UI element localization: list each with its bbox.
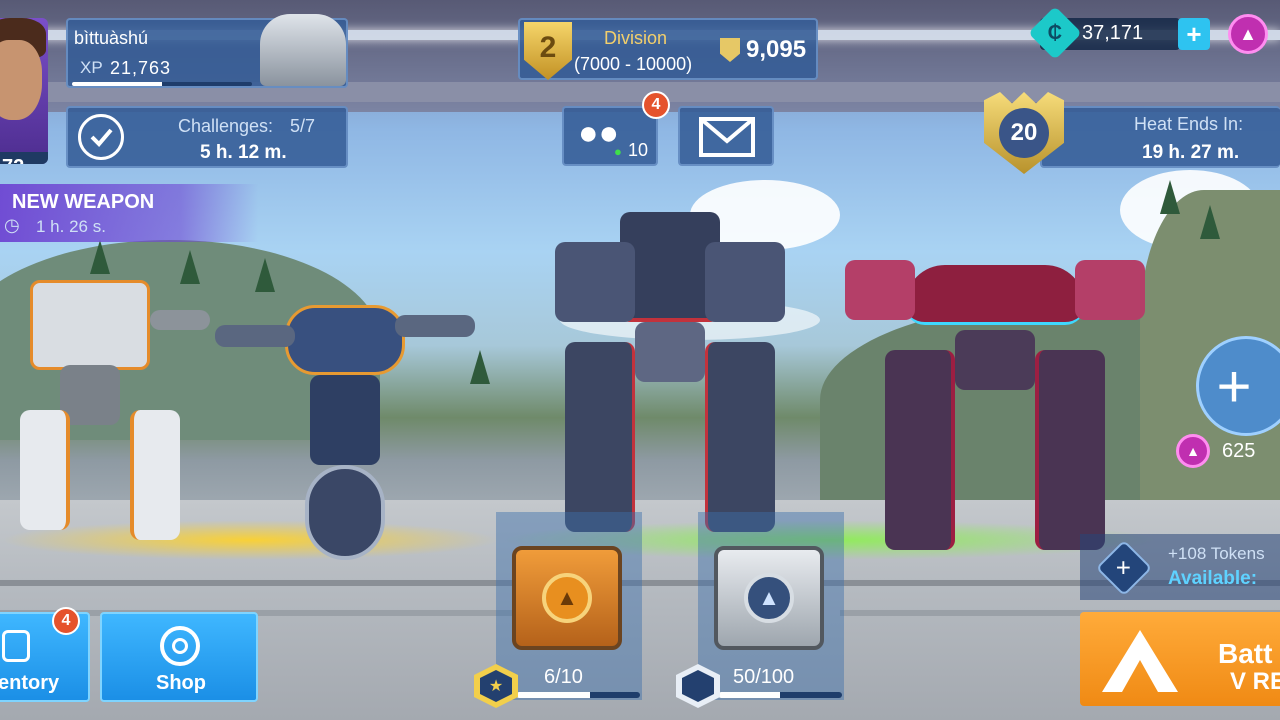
tree bbox=[1200, 205, 1220, 239]
shop-icon bbox=[160, 626, 200, 666]
friends-online-count: 10 bbox=[628, 140, 649, 160]
xp-value: 21,763 bbox=[110, 58, 172, 78]
tree bbox=[255, 258, 275, 292]
inventory-label: entory bbox=[0, 672, 60, 694]
trophy-count: 9,095 bbox=[746, 36, 807, 63]
token-icon: ▲ bbox=[1176, 434, 1210, 468]
new-weapon-timer: 1 h. 26 s. bbox=[36, 217, 106, 236]
heat-level: 20 bbox=[1010, 119, 1038, 146]
challenges-label: Challenges: bbox=[178, 116, 274, 136]
gold-box-icon: ▲ bbox=[512, 546, 622, 650]
robot-icon bbox=[2, 630, 30, 662]
robot-blue-wheel[interactable] bbox=[215, 295, 475, 565]
gold-box-progress-bar bbox=[516, 692, 640, 698]
heat-timer: 19 h. 27 m. bbox=[1142, 142, 1240, 163]
add-credits-button[interactable]: + bbox=[1178, 18, 1210, 50]
shop-button[interactable]: Shop bbox=[100, 612, 258, 702]
player-avatar[interactable]: 72 bbox=[0, 18, 48, 164]
battle-logo-icon bbox=[1102, 630, 1178, 692]
player-level: 72 bbox=[2, 156, 24, 164]
credits-display: ₵ 37,171 bbox=[1028, 6, 1180, 60]
battle-button[interactable]: Batt V RE bbox=[1080, 612, 1280, 706]
friends-notification-badge: 4 bbox=[642, 91, 670, 119]
challenges-check-icon bbox=[78, 114, 124, 160]
division-panel[interactable]: 2 Division (7000 - 10000) 9,095 bbox=[518, 18, 818, 80]
online-indicator-icon: ● bbox=[614, 144, 622, 159]
challenges-progress: 5/7 bbox=[290, 116, 316, 136]
tree bbox=[1160, 180, 1180, 214]
tokens-banner-line2: Available: bbox=[1168, 568, 1258, 589]
friends-button[interactable]: ●● ● 10 bbox=[562, 106, 658, 166]
new-weapon-label: NEW WEAPON bbox=[12, 191, 155, 213]
plus-icon: + bbox=[1216, 352, 1252, 420]
gold-box-progress: 6/10 bbox=[544, 666, 583, 688]
tokens-icon[interactable]: ▲ bbox=[1228, 14, 1268, 54]
challenges-timer: 5 h. 12 m. bbox=[200, 142, 287, 163]
xp-progress-bar bbox=[72, 82, 252, 86]
division-range: (7000 - 10000) bbox=[574, 54, 693, 74]
robot-dark-grey-red[interactable] bbox=[555, 212, 785, 542]
silver-box-progress: 50/100 bbox=[733, 666, 795, 688]
trophy-shield-icon bbox=[720, 38, 740, 62]
slot-token-cost: ▲ 625 bbox=[1176, 432, 1280, 470]
mail-button[interactable] bbox=[678, 106, 774, 166]
tokens-available-banner[interactable]: + +108 Tokens Available: bbox=[1080, 534, 1280, 600]
mail-icon bbox=[699, 117, 755, 157]
heat-label: Heat Ends In: bbox=[1134, 114, 1244, 134]
robot-portrait bbox=[260, 14, 346, 86]
heat-panel[interactable]: Heat Ends In: 19 h. 27 m. bbox=[1040, 106, 1280, 168]
division-rank: 2 bbox=[539, 31, 557, 64]
inventory-notification-badge: 4 bbox=[52, 607, 80, 635]
tree bbox=[90, 240, 110, 274]
challenges-panel[interactable]: Challenges: 5/7 5 h. 12 m. bbox=[66, 106, 348, 168]
friends-icon: ●● bbox=[578, 114, 620, 152]
credits-amount: 37,171 bbox=[1082, 22, 1144, 44]
silver-box-icon: ▲ bbox=[714, 546, 824, 650]
xp-label: XP bbox=[80, 58, 103, 77]
battle-label-line1: Batt bbox=[1218, 638, 1273, 669]
robot-crimson[interactable] bbox=[845, 250, 1145, 560]
slot-token-amount: 625 bbox=[1222, 440, 1256, 462]
battle-label-line2: V RE bbox=[1230, 668, 1280, 695]
token-plus-icon: + bbox=[1095, 539, 1153, 597]
player-info-panel[interactable]: bìttuàshú XP 21,763 bbox=[66, 14, 348, 88]
robot-white-orange[interactable] bbox=[0, 270, 210, 550]
clock-icon: ◷ bbox=[4, 215, 20, 235]
division-title: Division bbox=[604, 28, 668, 48]
silver-box-progress-bar bbox=[718, 692, 842, 698]
new-weapon-banner[interactable]: NEW WEAPON ◷ 1 h. 26 s. bbox=[0, 184, 258, 242]
division-shield-icon: 2 bbox=[524, 22, 572, 80]
tokens-banner-line1: +108 Tokens bbox=[1168, 544, 1265, 563]
shop-label: Shop bbox=[156, 672, 206, 694]
player-name: bìttuàshú bbox=[74, 28, 149, 48]
plus-icon: + bbox=[1186, 19, 1202, 49]
